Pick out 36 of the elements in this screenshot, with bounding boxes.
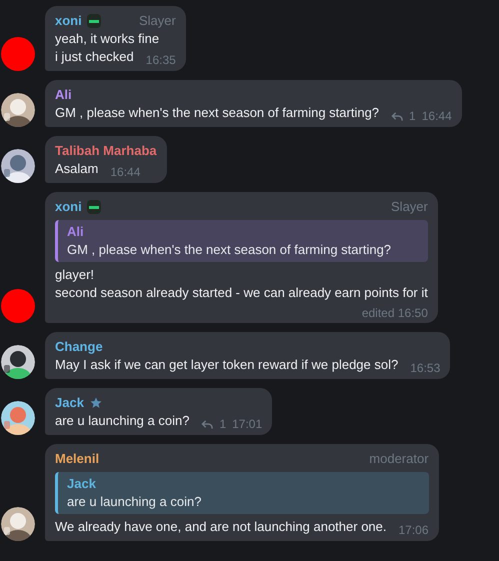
reply-icon xyxy=(391,110,404,122)
message-time: 16:35 xyxy=(146,52,176,69)
member-rank: Slayer xyxy=(390,198,428,216)
message-time: 16:53 xyxy=(410,360,440,377)
message-text: glayer! xyxy=(55,266,96,284)
member-rank: moderator xyxy=(368,450,429,468)
author-name[interactable]: xoni xyxy=(55,12,82,30)
quote-author: Jack xyxy=(67,475,97,493)
reply-icon xyxy=(201,418,214,430)
message-time: 17:01 xyxy=(232,416,262,433)
message-time: 17:06 xyxy=(398,522,429,539)
message-text: yeah, it works fine xyxy=(55,30,160,48)
quote-author: Ali xyxy=(67,223,85,241)
message-text: GM , please when's the next season of farming starting? xyxy=(55,104,380,122)
member-rank: Slayer xyxy=(138,12,176,30)
quoted-message[interactable]: Ali GM , please when's the next season of farming starting? xyxy=(55,220,428,262)
author-name[interactable]: Jack xyxy=(55,394,84,412)
message-text: Asalam xyxy=(55,160,98,178)
quote-text: are u launching a coin? xyxy=(67,493,202,511)
author-name[interactable]: Change xyxy=(55,338,103,356)
author-name[interactable]: Ali xyxy=(55,86,72,104)
message-text: We already have one, and are not launching another one. xyxy=(55,518,386,536)
message-text: are u launching a coin? xyxy=(55,412,190,430)
reply-counter[interactable]: 1 xyxy=(201,415,226,433)
author-name[interactable]: xoni xyxy=(55,198,82,216)
quote-text: GM , please when's the next season of farming starting? xyxy=(67,241,392,259)
reply-counter[interactable]: 1 xyxy=(391,107,416,125)
message-text: May I ask if we can get layer token reward if we pledge sol? xyxy=(55,356,398,374)
message-text: second season already started - we can already earn points for it xyxy=(55,284,428,302)
message-time: edited 16:50 xyxy=(362,305,428,321)
message-time: 16:44 xyxy=(422,108,452,125)
message-time: 16:44 xyxy=(110,164,140,181)
message-text: i just checked xyxy=(55,48,134,66)
author-name[interactable]: Talibah Marhaba xyxy=(55,142,157,160)
author-name[interactable]: Melenil xyxy=(55,450,100,468)
quoted-message[interactable]: Jack are u launching a coin? xyxy=(55,472,429,514)
